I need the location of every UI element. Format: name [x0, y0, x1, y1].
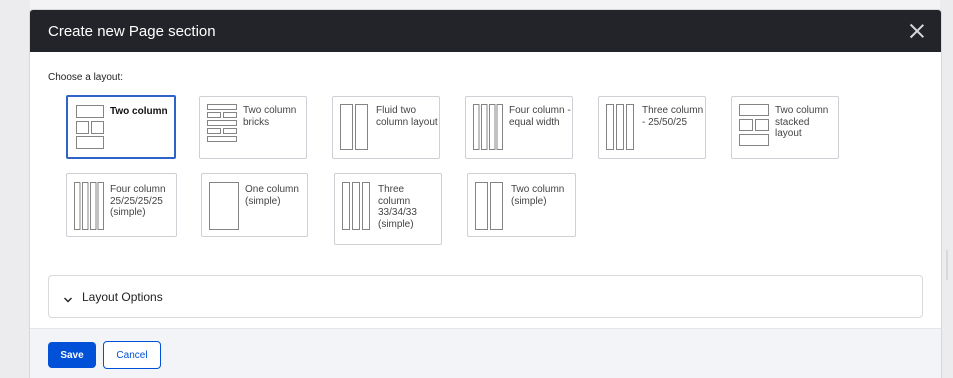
- layout-option-three-column-simple[interactable]: Three column 33/34/33 (simple): [334, 173, 442, 245]
- layout-option-two-column-stacked[interactable]: Two column stacked layout: [731, 96, 839, 159]
- three-column-25-50-25-icon: [606, 104, 634, 150]
- two-column-bricks-icon: [207, 104, 237, 150]
- one-column-simple-icon: [209, 182, 239, 230]
- dialog-title: Create new Page section: [48, 22, 216, 40]
- layout-option-four-column-equal[interactable]: Four column - equal width: [465, 96, 573, 159]
- layout-options-label: Layout Options: [82, 289, 163, 304]
- layout-option-fluid-two-column[interactable]: Fluid two column layout: [332, 96, 440, 159]
- layout-option-two-column-simple[interactable]: Two column (simple): [467, 173, 576, 237]
- chevron-down-icon: [63, 292, 73, 302]
- two-column-stacked-icon: [739, 104, 769, 150]
- two-column-icon: [76, 105, 104, 149]
- four-column-simple-icon: [74, 182, 104, 230]
- dialog-body: Choose a layout: Two column Two column b…: [30, 52, 941, 328]
- create-section-dialog: Create new Page section Choose a layout:…: [30, 10, 941, 378]
- layout-label: Two column (simple): [511, 184, 565, 207]
- layout-label: Three column 33/34/33 (simple): [378, 184, 417, 230]
- fluid-two-column-icon: [340, 104, 368, 150]
- close-icon[interactable]: [907, 21, 927, 41]
- page-backdrop-right: [940, 0, 953, 378]
- dialog-footer: Save Cancel: [30, 328, 941, 378]
- layout-label: Two column stacked layout: [775, 105, 829, 139]
- three-column-simple-icon: [342, 182, 370, 230]
- layout-label: Two column: [110, 106, 168, 117]
- page-backdrop-left: [0, 0, 30, 378]
- layout-label: Fluid two column layout: [376, 105, 438, 128]
- layout-option-two-column-bricks[interactable]: Two column bricks: [199, 96, 307, 159]
- layout-label: Four column 25/25/25/25 (simple): [110, 184, 166, 218]
- save-button[interactable]: Save: [48, 342, 96, 368]
- four-column-equal-icon: [473, 104, 503, 150]
- layout-options-accordion[interactable]: Layout Options: [48, 275, 923, 318]
- layout-option-one-column-simple[interactable]: One column (simple): [201, 173, 308, 237]
- layout-label: Four column - equal width: [509, 105, 571, 128]
- choose-layout-label: Choose a layout:: [48, 72, 124, 83]
- layout-label: One column (simple): [245, 184, 299, 207]
- two-column-simple-icon: [475, 182, 503, 230]
- layout-option-four-column-simple[interactable]: Four column 25/25/25/25 (simple): [66, 173, 177, 237]
- layout-option-two-column[interactable]: Two column: [66, 95, 176, 159]
- layout-label: Three column - 25/50/25: [642, 105, 704, 128]
- layout-label: Two column bricks: [243, 105, 297, 128]
- layout-option-three-column-25-50-25[interactable]: Three column - 25/50/25: [598, 96, 706, 159]
- dialog-titlebar: Create new Page section: [30, 10, 941, 52]
- cancel-button[interactable]: Cancel: [103, 341, 161, 369]
